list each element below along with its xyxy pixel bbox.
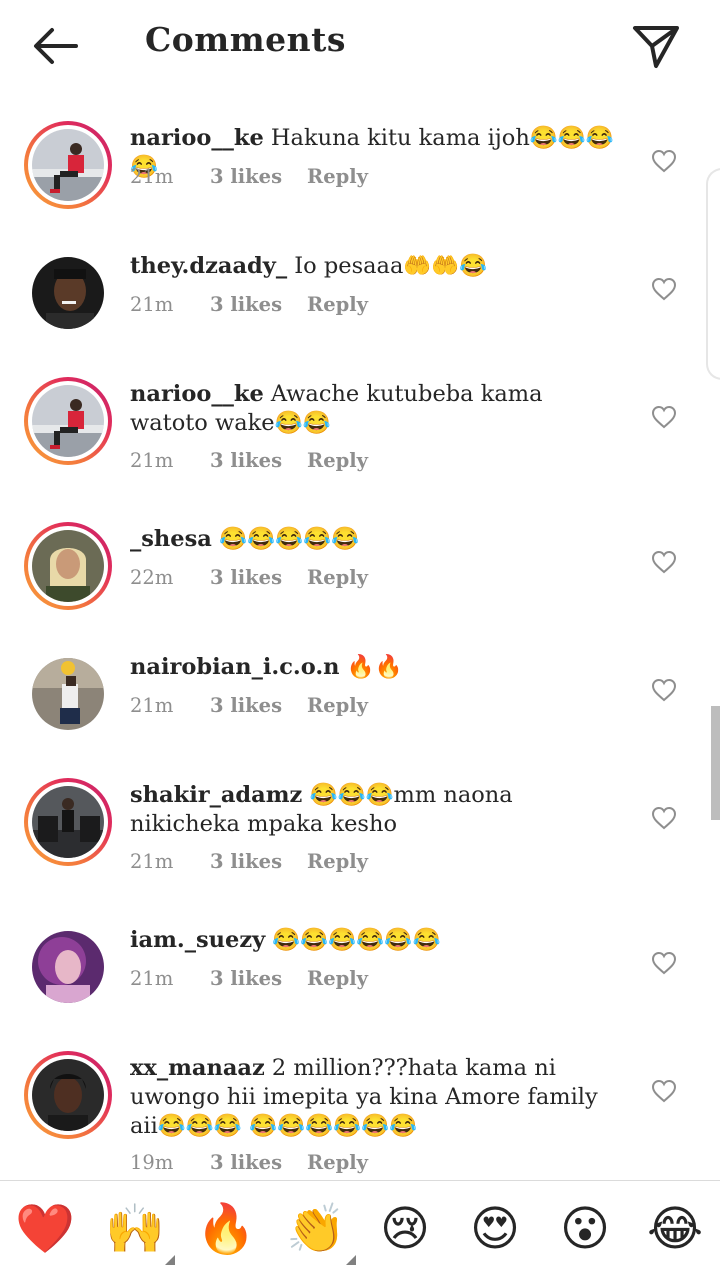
- comment-time: 21m: [130, 293, 174, 316]
- comment-username[interactable]: they.dzaady_: [130, 253, 287, 279]
- heart-icon[interactable]: [651, 149, 677, 173]
- page-title: Comments: [145, 20, 346, 59]
- comment-time: 22m: [130, 566, 174, 589]
- reply-button[interactable]: Reply: [307, 1151, 368, 1174]
- comment-body: 🔥🔥: [346, 654, 403, 680]
- skin-tone-indicator: [165, 1255, 175, 1265]
- heart-icon[interactable]: [651, 277, 677, 301]
- fire-emoji[interactable]: 🔥: [196, 1201, 256, 1257]
- comment-text: iam._suezy 😂😂😂😂😂😂: [130, 926, 620, 955]
- avatar[interactable]: [32, 658, 104, 730]
- red-heart-emoji[interactable]: ❤️: [15, 1201, 75, 1257]
- scrollbar[interactable]: [711, 706, 720, 820]
- comment-text: xx_manaaz 2 million???hata kama ni uwong…: [130, 1054, 620, 1141]
- avatar[interactable]: [32, 931, 104, 1003]
- reply-button[interactable]: Reply: [307, 850, 368, 873]
- skin-tone-indicator: [346, 1255, 356, 1265]
- comment-text: nairobian_i.c.o.n 🔥🔥: [130, 653, 620, 682]
- comment-text: shakir_adamz 😂😂😂mm naona nikicheka mpaka…: [130, 781, 620, 839]
- share-button[interactable]: [630, 22, 682, 70]
- comment-body: 😂😂😂😂😂: [219, 526, 360, 552]
- heart-eyes-emoji[interactable]: 😍: [465, 1201, 525, 1257]
- back-button[interactable]: [28, 22, 84, 66]
- comment-likes[interactable]: 3 likes: [210, 694, 282, 717]
- reply-button[interactable]: Reply: [307, 293, 368, 316]
- side-panel-handle[interactable]: [706, 168, 720, 380]
- comment-likes[interactable]: 3 likes: [210, 967, 282, 990]
- avatar[interactable]: [24, 121, 112, 209]
- avatar[interactable]: [24, 522, 112, 610]
- heart-icon[interactable]: [651, 806, 677, 830]
- comment-username[interactable]: iam._suezy: [130, 927, 265, 953]
- raising-hands-emoji[interactable]: 🙌: [105, 1201, 175, 1265]
- avatar[interactable]: [24, 778, 112, 866]
- comment-likes[interactable]: 3 likes: [210, 165, 282, 188]
- heart-icon[interactable]: [651, 405, 677, 429]
- reply-button[interactable]: Reply: [307, 967, 368, 990]
- comment-body: Io pesaaa🤲🤲😂: [294, 253, 488, 279]
- reply-button[interactable]: Reply: [307, 165, 368, 188]
- comment-text: narioo__ke Awache kutubeba kama watoto w…: [130, 380, 620, 438]
- reply-button[interactable]: Reply: [307, 566, 368, 589]
- comment-time: 21m: [130, 694, 174, 717]
- comment-time: 21m: [130, 850, 174, 873]
- comment-username[interactable]: narioo__ke: [130, 125, 264, 151]
- comment-time: 21m: [130, 449, 174, 472]
- heart-icon[interactable]: [651, 550, 677, 574]
- reply-button[interactable]: Reply: [307, 449, 368, 472]
- crying-face-emoji[interactable]: 😢: [375, 1201, 435, 1257]
- comment-likes[interactable]: 3 likes: [210, 293, 282, 316]
- comment-time: 21m: [130, 967, 174, 990]
- comment-username[interactable]: narioo__ke: [130, 381, 264, 407]
- comment-username[interactable]: shakir_adamz: [130, 782, 302, 808]
- comment-likes[interactable]: 3 likes: [210, 449, 282, 472]
- comment-text: narioo__ke Hakuna kitu kama ijoh😂😂😂😂: [130, 124, 620, 182]
- comment-text: they.dzaady_ Io pesaaa🤲🤲😂: [130, 252, 620, 281]
- header: Comments: [0, 0, 720, 90]
- comment-body: 😂😂😂😂😂😂: [272, 927, 441, 953]
- comment-text: _shesa 😂😂😂😂😂: [130, 525, 620, 554]
- reply-button[interactable]: Reply: [307, 694, 368, 717]
- comment-likes[interactable]: 3 likes: [210, 1151, 282, 1174]
- avatar[interactable]: [32, 257, 104, 329]
- comment-username[interactable]: _shesa: [130, 526, 212, 552]
- laughing-tears-emoji[interactable]: 😂: [645, 1201, 705, 1257]
- heart-icon[interactable]: [651, 678, 677, 702]
- comment-username[interactable]: xx_manaaz: [130, 1055, 265, 1081]
- emoji-reaction-bar: ❤️ 🙌 🔥 👏 😢 😍 😮 😂: [0, 1180, 720, 1272]
- comment-time: 19m: [130, 1151, 174, 1174]
- comment-likes[interactable]: 3 likes: [210, 850, 282, 873]
- heart-icon[interactable]: [651, 1079, 677, 1103]
- heart-icon[interactable]: [651, 951, 677, 975]
- paper-plane-icon: [633, 26, 679, 68]
- clapping-hands-emoji[interactable]: 👏: [286, 1201, 356, 1265]
- arrow-left-icon: [34, 28, 78, 64]
- avatar[interactable]: [24, 377, 112, 465]
- comment-username[interactable]: nairobian_i.c.o.n: [130, 654, 340, 680]
- avatar[interactable]: [24, 1051, 112, 1139]
- comment-likes[interactable]: 3 likes: [210, 566, 282, 589]
- comment-time: 21m: [130, 165, 174, 188]
- surprised-face-emoji[interactable]: 😮: [555, 1201, 615, 1257]
